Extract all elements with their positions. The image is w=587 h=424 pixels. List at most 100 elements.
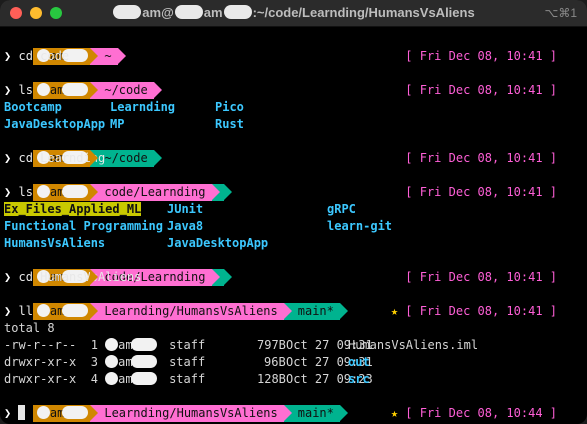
ll-links: 4	[90, 372, 98, 386]
window-title: am@ am:~/code/Learnding/HumansVsAliens	[0, 5, 587, 20]
ll-size: 96B	[264, 355, 286, 369]
ls-entry: Java8	[167, 219, 204, 233]
ls-entry: Learnding	[110, 100, 176, 114]
ll-group: staff	[169, 372, 206, 386]
redacted-mark	[113, 5, 142, 19]
ls-entry: HumansVsAliens	[4, 236, 106, 250]
command-line: ❯ cd HumansVsAliens	[4, 269, 141, 286]
prompt-symbol: ❯	[4, 406, 12, 420]
redacted-mark	[105, 355, 119, 368]
redacted-mark	[62, 406, 89, 419]
scrollbar[interactable]	[579, 28, 585, 420]
ll-dirname: src	[348, 372, 370, 386]
timestamp: ★ [ Fri Dec 08, 10:44 ]	[391, 405, 557, 422]
ls-entry: learn-git	[327, 219, 393, 233]
ls-output-row: JUnit	[167, 201, 203, 218]
command-text: cd code	[18, 49, 70, 63]
ls-entry: Rust	[215, 117, 244, 131]
prompt-line: am ~/code	[4, 65, 163, 99]
ll-size: 797B	[257, 337, 286, 354]
redacted-mark	[130, 338, 157, 351]
ll-size-text: 797B	[257, 338, 286, 352]
prompt-path-segment: Learnding/HumansVsAliens	[90, 405, 293, 422]
ll-size: 128B	[257, 372, 286, 386]
redacted-mark	[62, 185, 89, 198]
ll-links: 3	[90, 355, 98, 369]
ll-group: staff	[169, 355, 206, 369]
prompt-path-segment: code/Learnding	[90, 184, 220, 201]
ls-entry: Pico	[215, 100, 244, 114]
redacted-mark	[36, 83, 50, 96]
prompt-symbol: ❯	[4, 151, 12, 165]
redacted-mark	[174, 5, 203, 19]
timestamp-text: [ Fri Dec 08, 10:44 ]	[405, 406, 557, 420]
star-icon: ★	[390, 406, 399, 420]
ls-output-row: Java8	[167, 218, 203, 235]
path-text: code/Learnding	[104, 185, 206, 199]
prompt-line: am code/Learnding	[4, 252, 232, 286]
ll-row: drwxr-xr-x 3 am staff	[4, 354, 205, 371]
command-line: ❯ ls	[4, 82, 33, 99]
ls-output-row: Ex_Files_Applied_ML	[4, 201, 142, 218]
prompt-symbol: ❯	[4, 83, 12, 97]
text-cursor[interactable]	[18, 405, 26, 420]
ls-output-row: MP	[110, 116, 124, 133]
ll-total: total 8	[4, 321, 55, 335]
prompt-path-segment: ~/code	[90, 82, 163, 99]
prompt-symbol: ❯	[4, 49, 12, 63]
timestamp-text: [ Fri Dec 08, 10:41 ]	[405, 304, 557, 318]
git-branch-segment: main*	[283, 405, 349, 422]
timestamp: ★ [ Fri Dec 08, 10:41 ]	[391, 303, 557, 320]
redacted-mark	[36, 304, 50, 317]
ll-group: staff	[169, 338, 206, 352]
ls-entry: Ex_Files_Applied_ML	[4, 202, 142, 216]
ls-output-row: Rust	[215, 116, 244, 133]
command-line[interactable]: ❯	[4, 405, 26, 422]
ll-perm: drwxr-xr-x	[4, 372, 77, 386]
redacted-mark	[36, 406, 50, 419]
ls-entry: JUnit	[167, 202, 204, 216]
star-icon: ★	[390, 304, 399, 318]
prompt-line: am Learnding/HumansVsAliens main*	[4, 388, 349, 422]
prompt-user-segment: am	[32, 405, 99, 422]
terminal-window: am@ am:~/code/Learnding/HumansVsAliens ⌥⌘…	[0, 0, 587, 424]
prompt-symbol: ❯	[4, 270, 12, 284]
redacted-mark	[130, 372, 157, 385]
ls-output-row: JavaDesktopApp	[167, 235, 268, 252]
ls-entry: Functional Programming	[4, 219, 163, 233]
redacted-mark	[36, 185, 50, 198]
ls-output-row: Functional Programming	[4, 218, 163, 235]
prompt-user-segment: am	[32, 184, 99, 201]
ll-dirname: out	[348, 355, 370, 369]
timestamp: [ Fri Dec 08, 10:41 ]	[405, 185, 557, 199]
title-bar: am@ am:~/code/Learnding/HumansVsAliens ⌥⌘…	[0, 0, 587, 27]
timestamp: [ Fri Dec 08, 10:41 ]	[405, 49, 557, 63]
prompt-line: am code/Learnding	[4, 167, 232, 201]
ls-entry: Bootcamp	[4, 100, 62, 114]
prompt-symbol: ❯	[4, 304, 12, 318]
prompt-line: am ~/code	[4, 133, 163, 167]
redacted-mark	[62, 304, 89, 317]
prompt-path-segment: Learnding/HumansVsAliens	[90, 303, 293, 320]
command-line: ❯ cd code	[4, 48, 69, 65]
command-text: cd HumansVsAliens	[18, 270, 142, 284]
timestamp: [ Fri Dec 08, 10:41 ]	[405, 151, 557, 165]
prompt-symbol: ❯	[4, 185, 12, 199]
timestamp: [ Fri Dec 08, 10:41 ]	[405, 83, 557, 97]
timestamp: [ Fri Dec 08, 10:41 ]	[405, 270, 557, 284]
ls-output-row: gRPC	[327, 201, 356, 218]
prompt-user-segment: am	[32, 303, 99, 320]
prompt-line: am Learnding/HumansVsAliens main*	[4, 286, 349, 320]
ls-output-row: HumansVsAliens	[4, 235, 105, 252]
window-shortcut: ⌥⌘1	[544, 6, 577, 20]
ls-output-row: Learnding	[110, 99, 175, 116]
prompt-line: am ~	[4, 31, 126, 65]
ll-filename: HumansVsAliens.iml	[348, 338, 479, 352]
ll-links: 1	[90, 338, 98, 352]
ls-entry: JavaDesktopApp	[167, 236, 269, 250]
ll-perm: -rw-r--r--	[4, 338, 77, 352]
ll-row: -rw-r--r-- 1 am staff	[4, 337, 205, 354]
ll-perm: drwxr-xr-x	[4, 355, 77, 369]
title-user-fragment: am	[142, 5, 162, 20]
ls-output-row: learn-git	[327, 218, 392, 235]
